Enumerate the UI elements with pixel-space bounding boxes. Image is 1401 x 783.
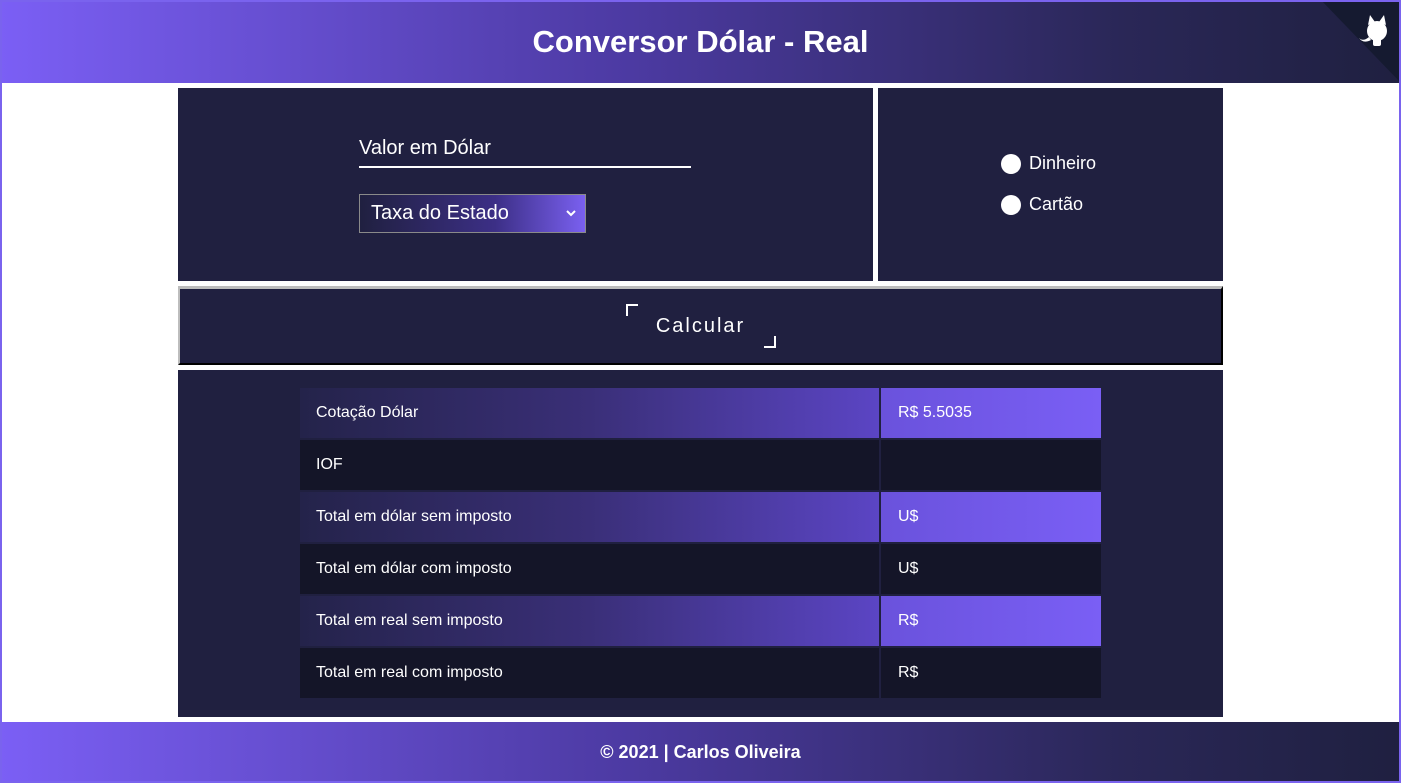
row-value: R$ [881, 596, 1101, 646]
row-label: Total em real sem imposto [300, 596, 879, 646]
chevron-down-icon [566, 210, 576, 217]
table-row: Total em real com imposto R$ [300, 648, 1101, 698]
payment-option-dinheiro[interactable]: Dinheiro [1001, 153, 1096, 174]
github-octocat-icon [1321, 0, 1401, 83]
row-label: Total em real com imposto [300, 648, 879, 698]
github-corner-link[interactable] [1321, 0, 1401, 83]
payment-option-cartao[interactable]: Cartão [1001, 194, 1083, 215]
state-tax-select-label: Taxa do Estado [371, 202, 509, 224]
footer-credit: © 2021 | Carlos Oliveira [600, 742, 801, 762]
row-label: IOF [300, 440, 879, 490]
table-row: Total em real sem imposto R$ [300, 596, 1101, 646]
payment-option-label: Cartão [1029, 194, 1084, 214]
result-panel: Cotação Dólar R$ 5.5035 IOF Total em dól… [178, 370, 1223, 717]
page-footer: © 2021 | Carlos Oliveira [0, 722, 1401, 783]
row-value: U$ [881, 544, 1101, 594]
calculate-button[interactable]: Calcular [625, 304, 776, 348]
calculate-button-label: Calcular [655, 314, 746, 337]
row-value: R$ 5.5035 [881, 388, 1101, 438]
row-label: Total em dólar com imposto [300, 544, 879, 594]
page-header: Conversor Dólar - Real [0, 0, 1401, 83]
row-value: R$ [881, 648, 1101, 698]
payment-option-label: Dinheiro [1029, 153, 1097, 173]
input-panel: Taxa do Estado [178, 88, 873, 281]
table-row: IOF [300, 440, 1101, 490]
radio-cartao[interactable] [1001, 194, 1021, 215]
row-label: Cotação Dólar [300, 388, 879, 438]
page-title: Conversor Dólar - Real [532, 23, 869, 59]
row-value [881, 440, 1101, 490]
row-value: U$ [881, 492, 1101, 542]
table-row: Total em dólar sem imposto U$ [300, 492, 1101, 542]
row-label: Total em dólar sem imposto [300, 492, 879, 542]
corner-bracket-top-left [625, 304, 638, 316]
table-row: Cotação Dólar R$ 5.5035 [300, 388, 1101, 438]
radio-dinheiro[interactable] [1001, 153, 1021, 174]
calculate-panel: Calcular [178, 286, 1223, 365]
table-row: Total em dólar com imposto U$ [300, 544, 1101, 594]
dollar-value-input[interactable] [359, 132, 691, 168]
payment-panel: Dinheiro Cartão [878, 88, 1223, 281]
corner-bracket-bottom-right [763, 336, 776, 348]
state-tax-select[interactable]: Taxa do Estado [359, 194, 586, 233]
results-table: Cotação Dólar R$ 5.5035 IOF Total em dól… [300, 388, 1101, 700]
